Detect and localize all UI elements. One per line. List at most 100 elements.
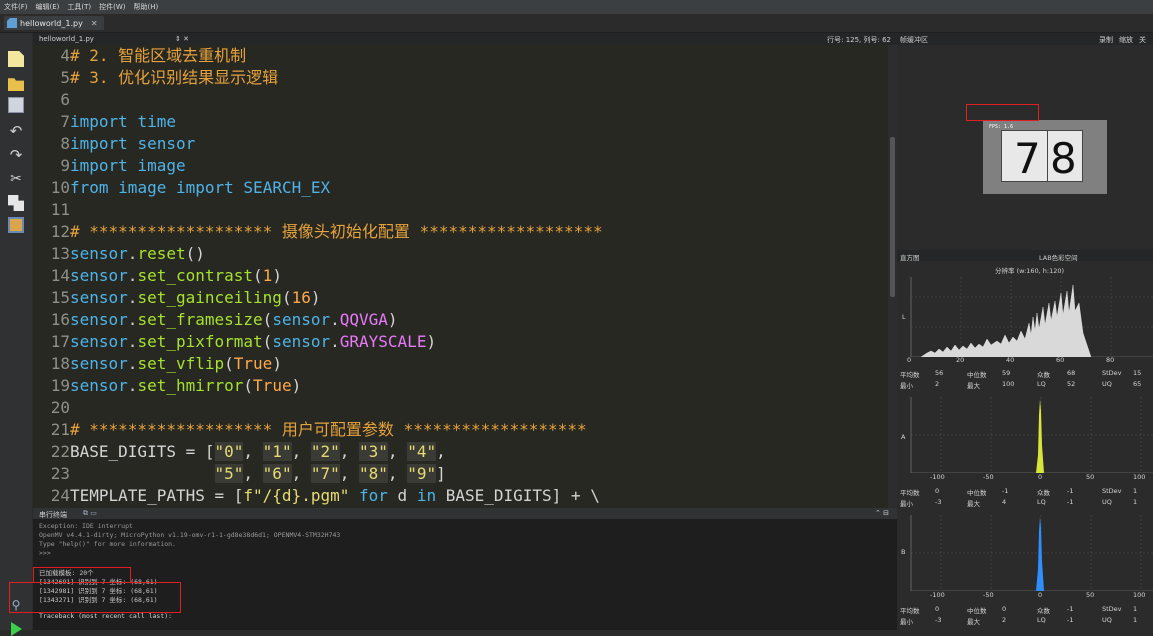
code-token: , (387, 442, 408, 461)
terminal-options-icon[interactable]: ⧉ ▭ (83, 509, 97, 518)
line-number: 12 (50, 222, 70, 241)
code-token: True (233, 354, 273, 373)
editor-controls[interactable]: ⇕ ✕ (175, 35, 189, 43)
code-line[interactable]: 7import time (33, 111, 176, 133)
code-token: , (243, 464, 263, 483)
cursor-position: 行号: 125, 列号: 62 (827, 36, 891, 44)
code-line[interactable]: 24TEMPLATE_PATHS = [f"/{d}.pgm" for d in… (33, 485, 600, 507)
menu-file[interactable]: 文件(F) (0, 2, 32, 12)
code-token: # ******************* 摄像头初始化配置 *********… (70, 222, 603, 241)
code-token: "0" (214, 442, 244, 461)
zoom-button[interactable]: 缩放 (1119, 35, 1133, 45)
line-number: 23 (50, 464, 70, 483)
code-token: , (387, 464, 408, 483)
code-token: sensor (70, 310, 128, 329)
scrollbar-thumb[interactable] (890, 137, 895, 297)
code-line[interactable]: 6 (33, 89, 70, 111)
tab-helloworld[interactable]: helloworld_1.py ✕ (4, 16, 104, 30)
terminal-window-controls[interactable]: ⌃ ⊟ (875, 509, 889, 517)
code-token: TEMPLATE_PATHS = [ (70, 486, 244, 505)
code-line[interactable]: 17sensor.set_pixformat(sensor.GRAYSCALE) (33, 331, 436, 353)
code-token: # ******************* 用户可配置参数 **********… (70, 420, 587, 439)
tab-close-icon[interactable]: ✕ (91, 19, 98, 28)
new-file-icon[interactable] (8, 51, 24, 67)
editor-scrollbar[interactable] (888, 45, 897, 508)
code-token: . (127, 354, 138, 373)
code-line[interactable]: 4# 2. 智能区域去重机制 (33, 45, 246, 67)
code-line[interactable]: 18sensor.set_vflip(True) (33, 353, 282, 375)
code-token: () (185, 244, 205, 263)
tab-bar: helloworld_1.py ✕ (0, 14, 1153, 33)
code-token: sensor (272, 332, 331, 351)
code-token: . (330, 310, 340, 329)
B-mode: -1 (1067, 605, 1074, 613)
code-token: sensor (70, 288, 128, 307)
A-median-label: 中位数 (967, 489, 987, 497)
disable-button[interactable]: 关 (1139, 35, 1146, 45)
colorspace-selector[interactable]: LAB色彩空间 (1039, 252, 1078, 262)
histogram-B-axis-label: B (901, 548, 906, 556)
code-token: f"/{d}.pgm" (243, 486, 350, 505)
code-line[interactable]: 9import image (33, 155, 186, 177)
code-token: , (243, 442, 263, 461)
code-token: 16 (291, 288, 311, 307)
code-line[interactable]: 5# 3. 优化识别结果显示逻辑 (33, 67, 278, 89)
line-number: 17 (50, 332, 70, 351)
serial-terminal[interactable]: Exception: IDE interrupt OpenMV v4.4.1-di… (33, 519, 897, 630)
code-token: set_gainceiling (137, 288, 282, 307)
code-token: import (70, 112, 128, 131)
run-icon[interactable] (11, 622, 22, 636)
menu-tools[interactable]: 工具(T) (63, 2, 95, 12)
record-button[interactable]: 录制 (1099, 35, 1113, 45)
left-toolbar: ↶ ↷ ✂ ⚲ (0, 33, 32, 636)
code-token: ) (272, 354, 282, 373)
code-line[interactable]: 22BASE_DIGITS = ["0", "1", "2", "3", "4"… (33, 441, 446, 463)
B-mode-label: 众数 (1037, 607, 1050, 615)
code-line[interactable]: 20 (33, 397, 70, 419)
code-line[interactable]: 13sensor.reset() (33, 243, 205, 265)
open-folder-icon[interactable] (8, 78, 24, 91)
terminal-line: >>> (39, 549, 51, 557)
code-token: ( (281, 288, 292, 307)
B-min-label: 最小 (900, 618, 913, 626)
code-line[interactable]: 16sensor.set_framesize(sensor.QQVGA) (33, 309, 398, 331)
code-token: . (127, 244, 138, 263)
A-mode: -1 (1067, 487, 1074, 495)
histogram-B-tick-3: 50 (1086, 591, 1095, 599)
code-token: . (127, 288, 138, 307)
code-line[interactable]: 15sensor.set_gainceiling(16) (33, 287, 321, 309)
undo-icon[interactable]: ↶ (8, 123, 24, 139)
code-token: set_vflip (137, 354, 225, 373)
redo-icon[interactable]: ↷ (8, 147, 24, 163)
menu-help[interactable]: 帮助(H) (130, 2, 163, 12)
terminal-line: Exception: IDE interrupt (39, 522, 133, 530)
code-token: ( (253, 266, 263, 285)
code-line[interactable]: 14sensor.set_contrast(1) (33, 265, 282, 287)
code-token: ( (262, 332, 273, 351)
code-line[interactable]: 19sensor.set_hmirror(True) (33, 375, 301, 397)
copy-icon[interactable] (8, 195, 24, 211)
code-token: image (137, 156, 186, 175)
code-line[interactable]: 8import sensor (33, 133, 195, 155)
editor-file-name[interactable]: helloworld_1.py (39, 35, 94, 43)
code-token: in (416, 486, 437, 505)
code-token: "3" (359, 442, 388, 461)
code-line[interactable]: 11 (33, 199, 70, 221)
code-editor[interactable]: 4# 2. 智能区域去重机制 5# 3. 优化识别结果显示逻辑 6 7import t… (33, 45, 888, 508)
code-line[interactable]: 21# ******************* 用户可配置参数 ********… (33, 419, 587, 441)
code-line[interactable]: 23 "5", "6", "7", "8", "9"] (33, 463, 446, 485)
menu-edit[interactable]: 编辑(E) (32, 2, 64, 12)
menu-widgets[interactable]: 控件(W) (95, 2, 129, 12)
save-icon[interactable] (8, 97, 24, 113)
A-stdev-label: StDev (1102, 487, 1122, 495)
code-token: # 3. 优化识别结果显示逻辑 (70, 68, 279, 87)
cut-icon[interactable]: ✂ (8, 171, 24, 187)
histogram-B (910, 515, 1153, 591)
menu-bar: 文件(F) 编辑(E) 工具(T) 控件(W) 帮助(H) (0, 0, 1153, 14)
code-token: sensor (70, 376, 128, 395)
paste-icon[interactable] (8, 217, 24, 233)
code-line[interactable]: 10from image import SEARCH_EX (33, 177, 330, 199)
code-line[interactable]: 12# ******************* 摄像头初始化配置 *******… (33, 221, 603, 243)
